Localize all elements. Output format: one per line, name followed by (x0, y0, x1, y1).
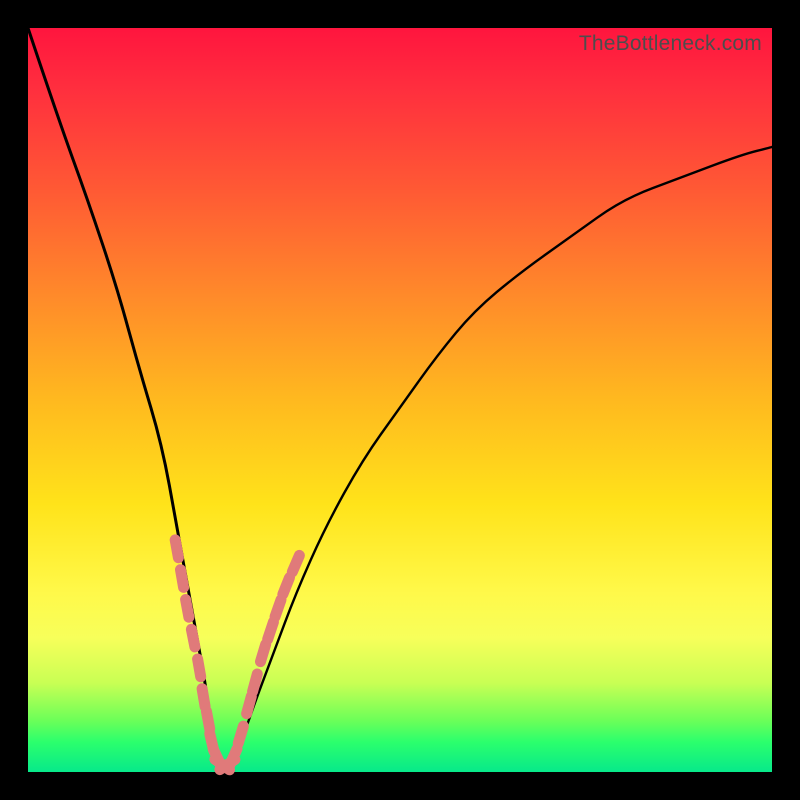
curve-marker (292, 555, 299, 572)
chart-frame: TheBottleneck.com (0, 0, 800, 800)
curve-marker (283, 578, 290, 595)
curve-marker (275, 600, 281, 617)
curve-marker (261, 644, 266, 661)
curve-marker (198, 659, 201, 677)
curve-marker (186, 600, 189, 618)
curve-marker (247, 696, 252, 713)
curve-marker (238, 726, 243, 743)
curve-marker (175, 540, 178, 558)
curve-right-branch (221, 147, 772, 772)
marker-group (175, 540, 299, 770)
chart-svg (28, 28, 772, 772)
curve-marker (268, 622, 274, 639)
curve-marker (206, 711, 209, 729)
curve-marker (191, 629, 195, 647)
curve-marker (202, 689, 205, 707)
curve-marker (230, 749, 237, 765)
curve-marker (253, 674, 258, 691)
plot-area: TheBottleneck.com (28, 28, 772, 772)
curve-marker (181, 570, 184, 588)
